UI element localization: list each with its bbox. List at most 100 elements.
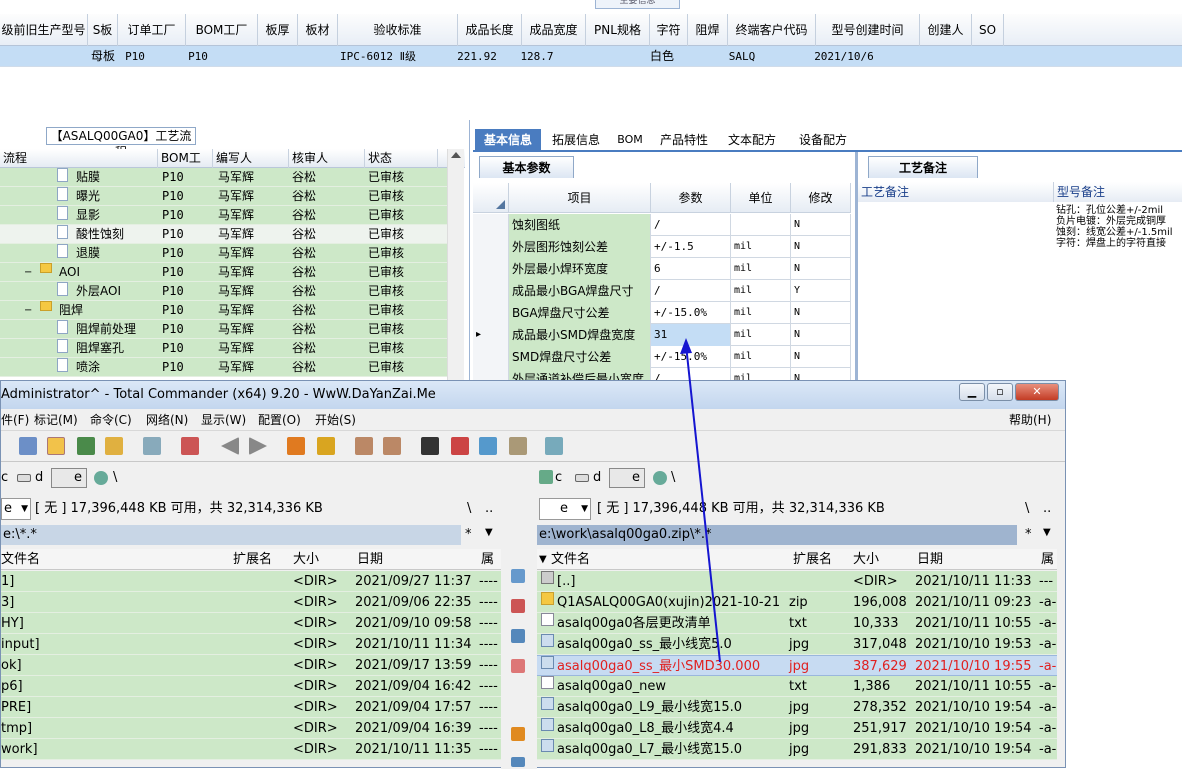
row-selector[interactable] — [473, 302, 509, 324]
param-cell-val[interactable]: / — [651, 214, 731, 236]
file-row[interactable]: asalq00ga0_ss_最小SMD30.000 jpg 387,629 2021/… — [537, 655, 1057, 676]
unpack-icon[interactable] — [317, 437, 335, 455]
flow-row[interactable]: 曝光 P10 马军辉 谷松 已审核 — [0, 187, 447, 206]
left-history-button[interactable]: * — [465, 525, 472, 545]
collapse-icon[interactable]: − — [24, 301, 32, 320]
file-row[interactable]: asalq00ga0_L8_最小线宽4.4 jpg 251,917 2021/10/1… — [537, 718, 1057, 739]
forward-icon[interactable] — [249, 437, 267, 455]
col-header[interactable]: 阻焊 — [688, 14, 728, 46]
col-header[interactable]: 流程 — [0, 149, 158, 168]
network-icon[interactable] — [653, 471, 667, 485]
tab-basic-info[interactable]: 基本信息 — [475, 129, 541, 151]
file-row[interactable]: tmp] <DIR> 2021/09/04 16:39 ---- — [1, 718, 501, 739]
col-size[interactable]: 大小 — [293, 549, 319, 570]
col-name[interactable]: 文件名 — [551, 549, 590, 570]
col-header[interactable]: 单位 — [731, 183, 791, 213]
flow-row[interactable]: 喷涂 P10 马军辉 谷松 已审核 — [0, 358, 447, 377]
col-ext[interactable]: 扩展名 — [793, 549, 832, 570]
view-brief-icon[interactable] — [19, 437, 37, 455]
scroll-up-icon[interactable] — [451, 152, 461, 158]
file-row[interactable]: asalq00ga0各层更改清单 txt 10,333 2021/10/11 10:5… — [537, 613, 1057, 634]
ftp-icon[interactable] — [355, 437, 373, 455]
col-header[interactable]: 参数 — [651, 183, 731, 213]
pack-icon[interactable] — [287, 437, 305, 455]
drive-c[interactable]: c — [1, 467, 9, 489]
flow-scrollbar[interactable] — [447, 149, 464, 380]
row-selector[interactable] — [473, 280, 509, 302]
drive-d[interactable]: d — [593, 467, 601, 489]
param-cell-unit[interactable] — [731, 214, 791, 236]
param-cell-val[interactable]: 6 — [651, 258, 731, 280]
col-header[interactable]: 型号创建时间 — [816, 14, 920, 46]
tab-text-recipe[interactable]: 文本配方 — [719, 129, 785, 151]
param-row[interactable]: ▸ 成品最小SMD焊盘宽度 31 mil N — [473, 324, 851, 346]
col-header[interactable]: PNL规格 — [586, 14, 650, 46]
menu-help[interactable]: 帮助(H) — [1009, 409, 1051, 431]
copy-icon[interactable] — [511, 569, 525, 583]
right-root-button[interactable]: \ — [1025, 498, 1029, 520]
current-row-indicator-icon[interactable]: ▸ — [473, 324, 509, 346]
col-header[interactable]: 型号备注 — [1054, 182, 1182, 202]
param-cell-val[interactable]: / — [651, 280, 731, 302]
file-row[interactable]: ok] <DIR> 2021/09/17 13:59 ---- — [1, 655, 501, 676]
rename-icon[interactable] — [451, 437, 469, 455]
url-icon[interactable] — [383, 437, 401, 455]
tab-equipment-recipe[interactable]: 设备配方 — [789, 129, 857, 151]
col-header[interactable]: 验收标准 — [338, 14, 458, 46]
col-header[interactable]: SO — [972, 14, 1004, 46]
file-row[interactable]: Q1ASALQ00GA0(xujin)2021-10-21 zip 196,008 2… — [537, 592, 1057, 613]
minimize-button[interactable]: ▁ — [959, 383, 985, 401]
right-up-button[interactable]: .. — [1043, 498, 1051, 520]
left-drive-select[interactable]: e ▼ — [1, 498, 31, 520]
flow-row[interactable]: − 阻焊 P10 马军辉 谷松 已审核 — [0, 301, 447, 320]
menu-net[interactable]: 网络(N) — [146, 409, 188, 431]
col-header[interactable]: S板 — [88, 14, 118, 46]
param-cell-mod[interactable]: N — [791, 346, 851, 368]
param-cell-val[interactable]: +/-1.5 — [651, 236, 731, 258]
file-row[interactable]: asalq00ga0_new txt 1,386 2021/10/11 10:55 -a… — [537, 676, 1057, 697]
menu-file[interactable]: 件(F) — [1, 409, 29, 431]
menu-show[interactable]: 显示(W) — [201, 409, 246, 431]
col-header[interactable]: 级前旧生产型号 — [0, 14, 88, 46]
row-selector[interactable] — [473, 346, 509, 368]
left-path[interactable]: e:\*.* — [1, 525, 461, 545]
view-full-icon[interactable] — [47, 437, 65, 455]
delete-icon[interactable] — [511, 599, 525, 613]
param-row[interactable]: BGA焊盘尺寸公差 +/-15.0% mil N — [473, 302, 851, 324]
menu-start[interactable]: 开始(S) — [315, 409, 356, 431]
col-header[interactable]: 板材 — [298, 14, 338, 46]
flow-row[interactable]: 阻焊前处理 P10 马军辉 谷松 已审核 — [0, 320, 447, 339]
param-cell-unit[interactable]: mil — [731, 280, 791, 302]
col-header[interactable]: 订单工厂 — [118, 14, 186, 46]
param-row[interactable]: 蚀刻图纸 / N — [473, 214, 851, 236]
drive-c[interactable]: c — [555, 467, 562, 489]
computer-icon[interactable] — [539, 470, 553, 484]
menu-mark[interactable]: 标记(M) — [34, 409, 78, 431]
col-attr[interactable]: 属 — [1041, 549, 1054, 570]
param-cell-unit[interactable]: mil — [731, 324, 791, 346]
left-up-button[interactable]: .. — [485, 498, 493, 520]
col-size[interactable]: 大小 — [853, 549, 879, 570]
sync-icon[interactable] — [479, 437, 497, 455]
param-cell-unit[interactable]: mil — [731, 302, 791, 324]
param-cell-val[interactable]: +/-15.0% — [651, 302, 731, 324]
notepad-icon[interactable] — [545, 437, 563, 455]
file-row[interactable]: asalq00ga0_L7_最小线宽15.0 jpg 291,833 2021/10/… — [537, 739, 1057, 760]
right-path[interactable]: e:\work\asalq00ga0.zip\*.* — [537, 525, 1017, 545]
unselect-icon[interactable] — [181, 437, 199, 455]
col-header[interactable]: 创建人 — [920, 14, 972, 46]
back-icon[interactable] — [221, 437, 239, 455]
root-backslash[interactable]: \ — [113, 467, 117, 489]
flow-row[interactable]: 外层AOI P10 马军辉 谷松 已审核 — [0, 282, 447, 301]
col-header[interactable]: 项目 — [509, 183, 651, 213]
flow-row[interactable]: − AOI P10 马军辉 谷松 已审核 — [0, 263, 447, 282]
param-cell-unit[interactable]: mil — [731, 258, 791, 280]
window-title-bar[interactable]: Administrator^ - Total Commander (x64) 9… — [1, 381, 1065, 409]
file-row[interactable]: [..] <DIR> 2021/10/11 11:33 --- — [537, 571, 1057, 592]
col-header[interactable]: 终端客户代码 — [728, 14, 816, 46]
col-header[interactable]: BOM工厂 — [186, 14, 258, 46]
move-icon[interactable] — [511, 629, 525, 643]
tab-extended-info[interactable]: 拓展信息 — [543, 129, 609, 151]
network-icon[interactable] — [94, 471, 108, 485]
col-header[interactable]: 编写人 — [213, 149, 289, 168]
